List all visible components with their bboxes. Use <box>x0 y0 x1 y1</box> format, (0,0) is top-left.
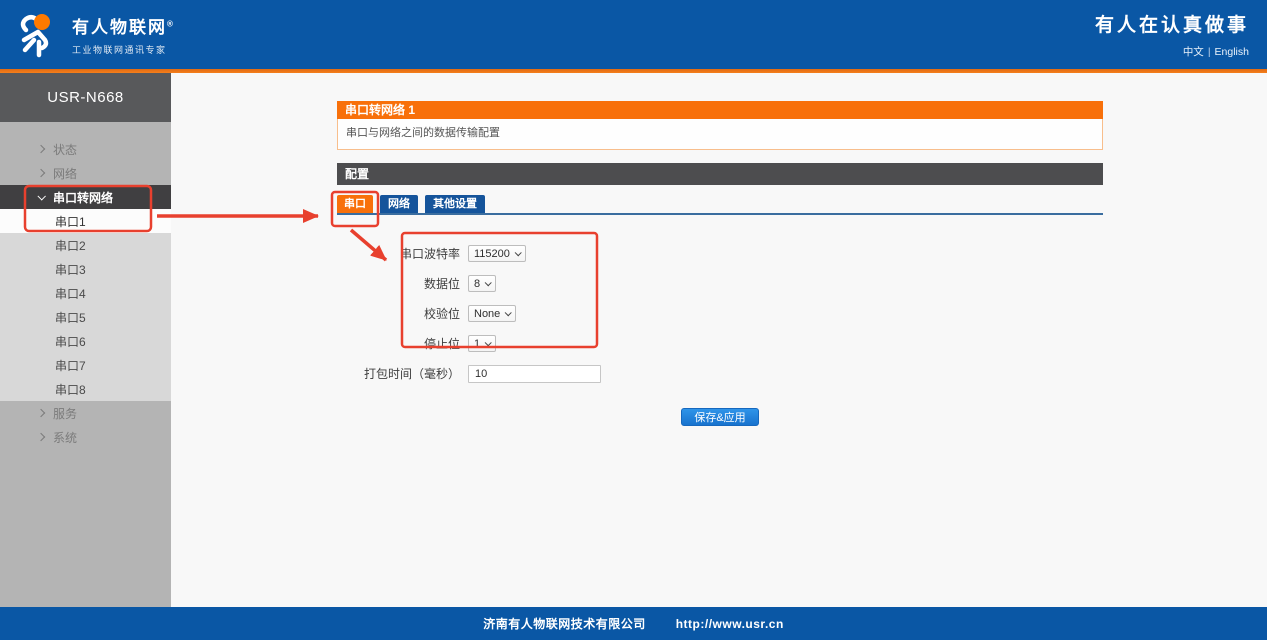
parity-label: 校验位 <box>423 307 460 321</box>
chevron-down-icon <box>37 192 46 201</box>
form-row-stop-bits: 停止位 1 <box>337 335 1103 352</box>
lang-english-link[interactable]: English <box>1215 46 1249 58</box>
sidebar-item-label: 串口6 <box>55 334 86 349</box>
logo: 有人物联网® 工业物联网通讯专家 <box>12 8 175 62</box>
lang-chinese-link[interactable]: 中文 <box>1183 46 1204 58</box>
sidebar-item-label: 串口2 <box>55 238 86 253</box>
sidebar-item-label: 串口1 <box>55 214 86 229</box>
sidebar: USR-N668 状态网络串口转网络串口1 串口2 串口3 串口4 串口5 串口6 串口7 串… <box>0 73 171 607</box>
chevron-right-icon <box>36 144 46 154</box>
form-row-parity: 校验位 None <box>337 305 1103 322</box>
sidebar-item-label: 串口8 <box>55 382 86 397</box>
language-switcher: 中文 | English <box>1095 44 1249 59</box>
logo-text: 有人物联网® 工业物联网通讯专家 <box>72 13 175 56</box>
header-slogan: 有人在认真做事 <box>1094 15 1249 36</box>
stop-bits-select[interactable]: 1 <box>468 335 497 352</box>
chevron-down-icon <box>484 279 492 287</box>
page-description: 串口与网络之间的数据传输配置 <box>337 119 1103 150</box>
sidebar-item-uart7[interactable]: 串口7 <box>0 353 171 377</box>
device-name: USR-N668 <box>0 73 171 122</box>
stop-bits-label: 停止位 <box>423 337 460 351</box>
button-row: 保存&应用 <box>337 408 1103 426</box>
sidebar-item-label: 系统 <box>53 430 78 445</box>
form-row-pack-time: 打包时间（毫秒） <box>337 364 1103 383</box>
sidebar-item-service[interactable]: 服务 <box>0 401 171 425</box>
section-title: 配置 <box>337 163 1103 185</box>
sidebar-item-label: 服务 <box>53 406 78 421</box>
data-bits-select[interactable]: 8 <box>468 275 497 292</box>
save-apply-button[interactable]: 保存&应用 <box>681 408 759 426</box>
footer-company: 济南有人物联网技术有限公司 <box>483 617 646 631</box>
sidebar-item-label: 串口5 <box>55 310 86 325</box>
baud-rate-select[interactable]: 115200 <box>468 245 526 262</box>
baud-rate-value: 115200 <box>474 247 510 260</box>
sidebar-item-uart5[interactable]: 串口5 <box>0 305 171 329</box>
content-column: 串口转网络 1 串口与网络之间的数据传输配置 配置 串口 网络 其他设置 串口波特率… <box>337 101 1103 426</box>
sidebar-item-uart-net[interactable]: 串口转网络 <box>0 185 171 209</box>
usr-logo-icon <box>20 13 50 57</box>
lang-divider: | <box>1207 46 1211 58</box>
sidebar-item-status[interactable]: 状态 <box>0 137 171 161</box>
page: 有人物联网® 工业物联网通讯专家 有人在认真做事 中文 | English USR-… <box>0 0 1267 640</box>
chevron-down-icon <box>504 309 513 317</box>
chevron-right-icon <box>36 408 46 418</box>
sidebar-item-uart6[interactable]: 串口6 <box>0 329 171 353</box>
sidebar-item-label: 串口3 <box>55 262 86 277</box>
sidebar-item-network[interactable]: 网络 <box>0 161 171 185</box>
serial-settings-form: 串口波特率 115200 数据位 8 校验位 None 停止位 1 打包时间（毫秒） <box>337 245 1103 383</box>
registered-mark: ® <box>167 19 175 29</box>
sidebar-item-label: 串口7 <box>55 358 86 373</box>
chevron-down-icon <box>514 249 522 257</box>
logo-subtitle: 工业物联网通讯专家 <box>72 45 167 55</box>
tab-serial[interactable]: 串口 <box>337 195 373 213</box>
form-row-baud-rate: 串口波特率 115200 <box>337 245 1103 262</box>
chevron-right-icon <box>36 432 46 442</box>
stop-bits-value: 1 <box>474 337 481 350</box>
baud-rate-label: 串口波特率 <box>399 247 460 261</box>
logo-title: 有人物联网® <box>72 18 175 37</box>
sidebar-item-label: 状态 <box>53 142 78 157</box>
form-row-data-bits: 数据位 8 <box>337 275 1103 292</box>
top-header: 有人物联网® 工业物联网通讯专家 有人在认真做事 中文 | English <box>0 0 1267 69</box>
page-title: 串口转网络 1 <box>337 101 1103 119</box>
sidebar-item-label: 网络 <box>53 166 78 181</box>
sidebar-item-system[interactable]: 系统 <box>0 425 171 449</box>
data-bits-label: 数据位 <box>423 277 460 291</box>
main-area: 串口转网络 1 串口与网络之间的数据传输配置 配置 串口 网络 其他设置 串口波特率… <box>171 73 1267 607</box>
chevron-right-icon <box>36 168 46 178</box>
sidebar-item-uart2[interactable]: 串口2 <box>0 233 171 257</box>
footer: 济南有人物联网技术有限公司 http://www.usr.cn <box>0 607 1267 640</box>
sidebar-item-uart3[interactable]: 串口3 <box>0 257 171 281</box>
tab-network[interactable]: 网络 <box>380 195 418 213</box>
chevron-down-icon <box>484 339 492 347</box>
parity-select[interactable]: None <box>468 305 517 322</box>
sidebar-menu: 状态网络串口转网络串口1 串口2 串口3 串口4 串口5 串口6 串口7 串口8 服务系统 <box>0 122 171 449</box>
pack-time-input[interactable] <box>468 364 601 383</box>
data-bits-value: 8 <box>474 277 481 290</box>
pack-time-label: 打包时间（毫秒） <box>363 367 460 381</box>
sidebar-item-label: 串口4 <box>55 286 86 301</box>
sidebar-item-uart8[interactable]: 串口8 <box>0 377 171 401</box>
header-right: 有人在认真做事 中文 | English <box>1095 10 1249 59</box>
tab-bar: 串口 网络 其他设置 <box>337 195 1103 215</box>
footer-url[interactable]: http://www.usr.cn <box>676 617 784 631</box>
tab-other-settings[interactable]: 其他设置 <box>425 195 485 213</box>
sidebar-item-uart1[interactable]: 串口1 <box>0 209 171 233</box>
sidebar-item-label: 串口转网络 <box>53 190 114 205</box>
sidebar-item-uart4[interactable]: 串口4 <box>0 281 171 305</box>
parity-value: None <box>474 307 501 320</box>
